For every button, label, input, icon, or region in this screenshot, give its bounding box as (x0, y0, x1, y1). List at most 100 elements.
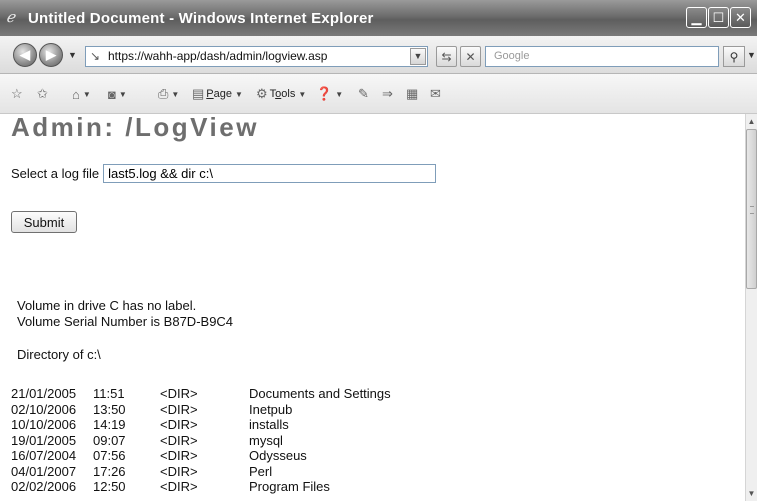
address-url: https://wahh-app/dash/admin/logview.asp (108, 49, 328, 63)
entry-type: <DIR> (160, 479, 198, 494)
gear-icon: ⚙ (256, 86, 268, 101)
directory-line: Directory of c:\ (17, 347, 101, 362)
refresh-icon: ⇆ (441, 49, 452, 64)
add-favorites-icon: ✩ (37, 86, 48, 101)
chevron-down-icon: ▼ (82, 89, 91, 99)
log-file-label: Select a log file (11, 166, 100, 181)
messenger-button[interactable]: ⇒ (382, 85, 393, 103)
entry-name: Perl (249, 463, 273, 479)
entry-name: Inetpub (249, 401, 293, 417)
scrollbar-thumb[interactable] (746, 129, 757, 289)
chevron-down-icon: ▼ (747, 489, 756, 498)
entry-type: <DIR> (160, 401, 198, 417)
page-menu-label: Page (206, 88, 232, 100)
entry-name: Odysseus (249, 448, 307, 463)
help-icon: ❓ (316, 86, 333, 101)
entry-type: <DIR> (160, 386, 198, 401)
refresh-button[interactable]: ⇆ (436, 46, 457, 67)
scroll-down-button[interactable]: ▼ (746, 487, 757, 500)
home-icon: ⌂ (72, 86, 80, 102)
minimize-icon: ▁ (691, 9, 702, 25)
search-input[interactable]: Google (485, 46, 719, 67)
tools-menu-button[interactable]: ⚙ Tools ▼ (256, 85, 306, 103)
chevron-down-icon: ▼ (298, 89, 307, 99)
entry-type: <DIR> (160, 463, 198, 479)
entry-date: 10/10/2006 (11, 417, 77, 432)
entry-type: <DIR> (160, 432, 198, 448)
entry-time: 09:07 (93, 432, 126, 448)
ie-logo-icon: ℯ (6, 9, 15, 26)
back-arrow-icon: ◀ (20, 47, 30, 62)
entry-name: mysql (249, 432, 283, 448)
entry-name: installs (249, 417, 289, 432)
address-toolbar: ◀ ▶ ▼ ↘ https://wahh-app/dash/admin/logv… (0, 36, 757, 74)
blog-icon: ▦ (406, 86, 419, 101)
messenger-icon: ⇒ (382, 86, 393, 101)
minimize-button[interactable]: ▁ (686, 7, 707, 28)
entry-date: 02/02/2006 (11, 479, 77, 494)
entry-type: <DIR> (160, 417, 198, 432)
entry-time: 07:56 (93, 448, 126, 463)
entry-time: 14:19 (93, 417, 126, 432)
window-controls: ▁ ☐ ✕ (686, 7, 751, 28)
stop-button[interactable]: ✕ (460, 46, 481, 67)
printer-icon: ⎙ (158, 86, 169, 101)
home-button[interactable]: ⌂ ▼ (72, 85, 91, 103)
search-placeholder: Google (494, 50, 530, 62)
forward-arrow-icon: ▶ (46, 47, 56, 62)
entry-date: 02/10/2006 (11, 401, 77, 417)
log-file-input[interactable] (103, 164, 437, 183)
page-icon: ▤ (192, 86, 205, 101)
window-title: Untitled Document - Windows Internet Exp… (28, 9, 374, 27)
entry-type: <DIR> (160, 448, 198, 463)
discuss-button[interactable]: ✉ (430, 85, 441, 103)
help-button[interactable]: ❓ ▼ (316, 85, 343, 103)
command-toolbar: ☆ ✩ ⌂ ▼ ◙ ▼ ⎙ ▼ ▤ Page ▼ ⚙ Tools ▼ ❓ ▼ ✎… (0, 74, 757, 114)
chevron-down-icon: ▼ (118, 89, 127, 99)
entry-date: 21/01/2005 (11, 386, 77, 401)
tools-menu-label: Tools (269, 88, 296, 100)
vertical-scrollbar[interactable]: ▲ ▼ (745, 114, 757, 501)
maximize-icon: ☐ (712, 9, 725, 25)
recent-pages-dropdown-icon[interactable]: ▼ (68, 50, 77, 60)
close-button[interactable]: ✕ (730, 7, 751, 28)
volume-label-line: Volume in drive C has no label. (17, 298, 197, 313)
submit-button[interactable]: Submit (11, 211, 77, 233)
entry-time: 11:51 (93, 386, 125, 401)
search-icon: ⚲ (729, 49, 739, 64)
discuss-icon: ✉ (430, 86, 441, 101)
entry-date: 16/07/2004 (11, 448, 77, 463)
chevron-down-icon: ▼ (413, 51, 423, 61)
add-favorites-button[interactable]: ✩ (37, 85, 48, 103)
chevron-up-icon: ▲ (747, 117, 756, 126)
entry-time: 13:50 (93, 401, 126, 417)
chevron-down-icon: ▼ (335, 89, 344, 99)
stop-icon: ✕ (465, 49, 476, 64)
maximize-button[interactable]: ☐ (708, 7, 729, 28)
favorites-star-icon: ☆ (11, 86, 23, 101)
search-options-dropdown-icon[interactable]: ▼ (747, 50, 756, 60)
grip-icon (750, 206, 754, 214)
favorites-button[interactable]: ☆ (11, 85, 23, 103)
entry-time: 17:26 (93, 463, 126, 479)
research-button[interactable]: ✎ (358, 85, 369, 103)
search-button[interactable]: ⚲ (723, 46, 745, 67)
page-favicon-icon: ↘ (90, 49, 101, 63)
title-bar[interactable]: ℯ Untitled Document - Windows Internet E… (0, 0, 757, 36)
chevron-down-icon: ▼ (171, 89, 180, 99)
volume-serial-line: Volume Serial Number is B87D-B9C4 (17, 314, 234, 329)
feeds-button[interactable]: ◙ ▼ (108, 85, 127, 103)
address-dropdown-button[interactable]: ▼ (410, 48, 426, 65)
log-file-form: Select a log file (11, 164, 437, 183)
back-button[interactable]: ◀ (13, 43, 37, 67)
blog-button[interactable]: ▦ (406, 85, 418, 103)
print-button[interactable]: ⎙ ▼ (158, 85, 179, 103)
scroll-up-button[interactable]: ▲ (746, 115, 757, 128)
entry-time: 12:50 (93, 479, 126, 494)
page-content: Admin: /LogView Select a log file Submit… (0, 114, 745, 501)
research-icon: ✎ (358, 86, 369, 101)
address-input[interactable]: ↘ https://wahh-app/dash/admin/logview.as… (85, 46, 428, 67)
page-menu-button[interactable]: ▤ Page ▼ (192, 85, 243, 103)
entry-date: 19/01/2005 (11, 432, 77, 448)
forward-button[interactable]: ▶ (39, 43, 63, 67)
